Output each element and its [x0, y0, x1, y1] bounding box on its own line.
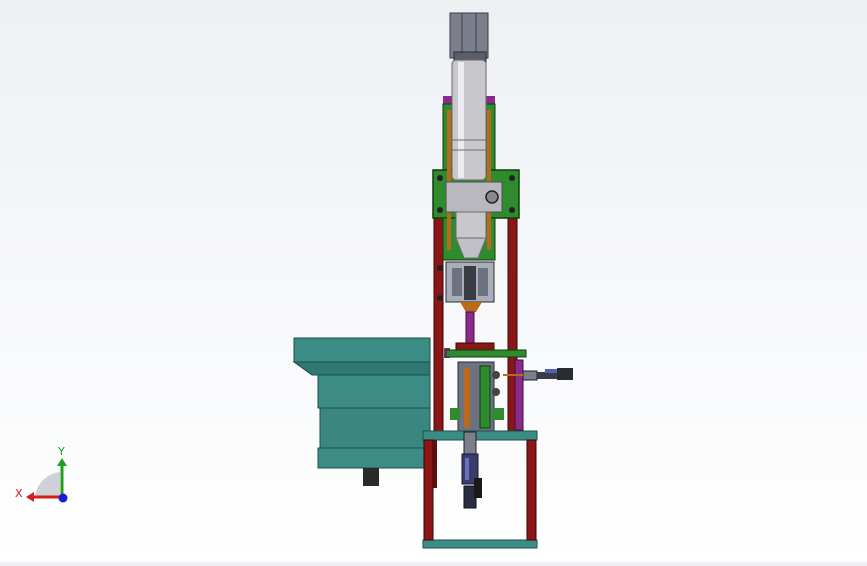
lower-right-post: [526, 439, 537, 541]
motor-neck: [455, 211, 487, 239]
cad-viewport[interactable]: Y X: [0, 0, 867, 562]
tool-stem: [461, 431, 482, 509]
lower-top-bar: [422, 430, 538, 441]
green-crossbar: [445, 349, 527, 358]
lower-left-post: [423, 439, 434, 541]
orange-rod-left: [447, 110, 451, 250]
right-post-purple: [514, 359, 524, 431]
motor-body: [451, 59, 487, 181]
clamp-screw-icon: [485, 190, 499, 204]
bowl-foot: [363, 468, 379, 486]
lower-bottom-bar: [422, 539, 538, 549]
bowl-top-cone: [292, 361, 431, 376]
y-axis-label: Y: [57, 445, 65, 458]
cylinder-top-block: [449, 12, 489, 59]
bowl-rim: [293, 337, 431, 363]
orientation-triad: Y X: [15, 445, 68, 503]
x-axis-label: X: [15, 487, 23, 500]
purple-shaft: [465, 311, 475, 347]
bowl-body: [317, 374, 431, 409]
z-axis-dot: [58, 493, 68, 503]
orange-rod-right: [487, 110, 491, 250]
left-post: [433, 217, 444, 434]
y-arrow-icon: [57, 458, 67, 466]
bowl-base: [319, 407, 431, 449]
x-arrow-icon: [26, 492, 34, 502]
coupler-block: [437, 261, 495, 312]
bowl-feeder: [292, 337, 433, 486]
bowl-foot-ring: [317, 447, 433, 469]
